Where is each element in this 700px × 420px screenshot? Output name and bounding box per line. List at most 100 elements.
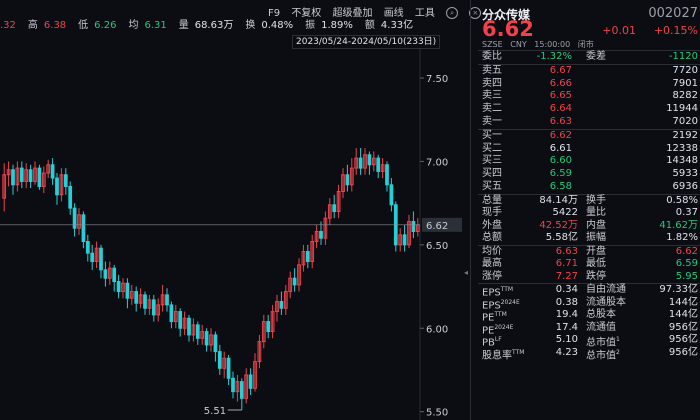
order-volume: 11944 (666, 103, 698, 115)
candle-body (99, 247, 103, 271)
stat-value: 0.48% (261, 20, 294, 31)
y-tick-label: 7.50 (426, 74, 448, 85)
stat-key: 股息率TTM (482, 347, 524, 363)
stat-value: 1.89% (321, 20, 353, 31)
order-row[interactable]: 买五 6.58 6936 (474, 181, 700, 194)
candle-body (248, 374, 253, 389)
tools-button[interactable]: 工具 (415, 8, 435, 19)
candle-body (367, 154, 372, 166)
collapse-arrow-icon[interactable]: ◂ (464, 268, 470, 284)
candle-body (292, 277, 297, 286)
stat-row: EPS2024E 0.38 流通股本 144亿 (474, 296, 700, 311)
order-row[interactable]: 买一 6.62 2192 (474, 130, 700, 143)
candle-body (279, 301, 284, 309)
stat-key: 流通值 (586, 322, 616, 335)
order-row[interactable]: 卖二 6.64 11944 (474, 103, 700, 116)
stat-value: 0.58% (666, 194, 698, 206)
stat-key-sup: 2 (616, 348, 620, 356)
market-info: SZSE CNY 15:00:00 闭市 (482, 39, 599, 50)
order-price: 6.61 (549, 142, 572, 154)
stat-key-sup: 2024E (500, 298, 520, 306)
candle-body (37, 167, 42, 187)
stat-item: 高 6.38 (28, 20, 72, 31)
candle-body (151, 299, 156, 316)
candle-body (28, 169, 33, 182)
time-label: 15:00:00 (534, 40, 571, 49)
stat-key-text: 自由流通 (586, 284, 626, 296)
stat-row: 总额 5.58亿 振幅 1.82% (474, 232, 700, 245)
order-volume: 5933 (672, 168, 698, 180)
volume-stats: 总量 84.14万 换手 0.58% 现手 5422 量比 0.37 外盘 42.52万 内盘 41.… (474, 195, 700, 245)
stat-value: 956亿 (668, 334, 698, 346)
order-volume: 6936 (672, 180, 698, 192)
stat-label: 均 (128, 20, 139, 31)
order-label: 卖四 (482, 77, 502, 89)
stat-item: 量 68.63万 (179, 20, 240, 31)
stat-key-sup: TTM (500, 286, 514, 294)
candle-body (68, 185, 73, 209)
currency-label: CNY (510, 40, 527, 49)
order-row[interactable]: 卖五 6.67 7720 (474, 65, 700, 78)
order-label: 买二 (482, 142, 502, 154)
adjust-button[interactable]: 不复权 (291, 8, 321, 19)
stat-key: 最高 (482, 258, 502, 271)
order-row[interactable]: 卖三 6.65 8282 (474, 90, 700, 103)
candle-body (358, 157, 363, 169)
order-row[interactable]: 买二 6.61 12338 (474, 143, 700, 156)
f9-button[interactable]: F9 (268, 8, 280, 19)
weicha-label: 委差 (586, 51, 606, 62)
y-tick-label: 6.00 (426, 324, 448, 335)
stat-label: 高 (27, 20, 38, 31)
candle-body (402, 234, 407, 246)
stat-key: 最低 (586, 258, 606, 271)
stat-key: 外盘 (482, 220, 502, 233)
stat-value: 42.52万 (539, 219, 578, 231)
order-row[interactable]: 买四 6.59 5933 (474, 168, 700, 181)
order-volume: 7020 (672, 115, 698, 127)
order-label: 买一 (482, 129, 502, 141)
stat-value: 4.33亿 (380, 20, 414, 31)
candle-body (50, 164, 55, 179)
stat-key-text: 跌停 (586, 270, 606, 282)
stat-value: 1.82% (666, 232, 698, 244)
stat-row: EPSTTM 0.34 自由流通 97.33亿 (474, 284, 700, 298)
stat-value: 5.10 (555, 334, 578, 346)
stat-key-text: 总股本 (586, 309, 616, 321)
order-price: 6.58 (549, 180, 572, 192)
order-volume: 7901 (672, 77, 698, 89)
stat-key-sup: TTM (512, 348, 525, 356)
date-range-label[interactable]: 2023/05/24-2024/05/10(233日) (292, 35, 441, 49)
fundamentals: EPSTTM 0.34 自由流通 97.33亿 EPS2024E 0.38 流通股本 144亿… (474, 284, 700, 362)
draw-line-button[interactable]: 画线 (384, 8, 404, 19)
candle-body (11, 169, 15, 186)
stat-key: 总量 (482, 195, 502, 208)
candle-body (169, 304, 174, 323)
candle-body (143, 294, 147, 309)
candle-body (55, 177, 59, 196)
stat-key: 涨停 (482, 271, 502, 284)
order-row[interactable]: 买三 6.60 14348 (474, 155, 700, 168)
stat-value: 0.34 (555, 284, 578, 296)
stat-row: 总量 84.14万 换手 0.58% (474, 195, 700, 208)
stat-key-sup: TTM (494, 311, 507, 319)
stat-value: 84.14万 (539, 194, 578, 206)
stat-key-text: 总市值 (586, 350, 616, 362)
order-label: 买四 (482, 168, 502, 180)
stat-row: 涨停 7.27 跌停 5.95 (474, 271, 700, 284)
stat-row: 外盘 42.52万 内盘 41.62万 (474, 220, 700, 233)
stat-label: 低 (78, 20, 89, 31)
search-icon[interactable]: ⌕ (446, 7, 459, 19)
candle-body (231, 377, 235, 393)
stat-value: 6.38 (43, 20, 67, 31)
stat-value: 0.38 (555, 296, 578, 308)
stat-value: 5.95 (675, 270, 698, 282)
order-price: 6.62 (549, 129, 572, 141)
candle-body (411, 220, 416, 232)
candlestick-chart[interactable]: 7.50 7.00 6.50 6.00 5.50 6.62 5.51 (0, 48, 470, 420)
candle-body (385, 164, 389, 186)
order-row[interactable]: 卖一 6.63 7020 (474, 116, 700, 129)
order-label: 卖一 (482, 115, 502, 127)
candle-body (178, 311, 183, 329)
overlay-button[interactable]: 超级叠加 (333, 8, 373, 19)
order-row[interactable]: 卖四 6.66 7901 (474, 78, 700, 91)
